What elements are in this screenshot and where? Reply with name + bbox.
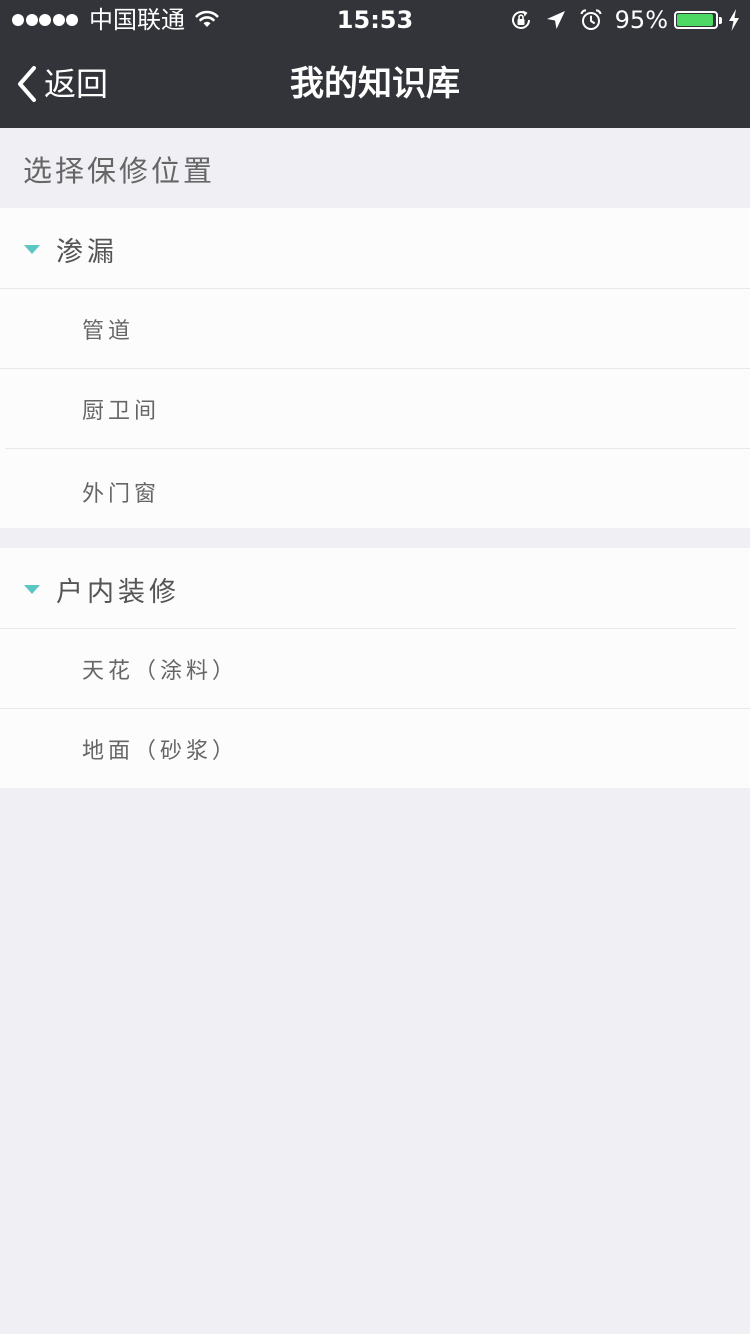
list-item-label: 天花（涂料）: [82, 659, 239, 684]
caret-down-icon: [24, 585, 40, 594]
battery-percent: 95%: [614, 6, 668, 34]
section-heading: 选择保修位置: [0, 128, 750, 208]
category-group-interior: 户内装修 天花（涂料） 地面（砂浆）: [0, 548, 750, 788]
category-header-interior[interactable]: 户内装修: [0, 548, 750, 628]
divider: [0, 288, 750, 289]
divider: [5, 448, 750, 449]
battery-level-fill: [677, 14, 714, 26]
list-item[interactable]: 天花（涂料）: [0, 628, 750, 708]
list-item-label: 厨卫间: [82, 399, 161, 424]
category-group-leakage: 渗漏 管道 厨卫间 外门窗: [0, 208, 750, 528]
list-item[interactable]: 厨卫间: [0, 368, 750, 448]
category-title: 渗漏: [56, 237, 118, 268]
list-item[interactable]: 管道: [0, 288, 750, 368]
category-header-leakage[interactable]: 渗漏: [0, 208, 750, 288]
caret-down-icon: [24, 245, 40, 254]
section-heading-text: 选择保修位置: [23, 154, 216, 188]
page-title: 我的知识库: [290, 64, 460, 104]
list-item[interactable]: 地面（砂浆）: [0, 708, 750, 788]
list-item-label: 地面（砂浆）: [82, 739, 239, 764]
alarm-icon: [580, 9, 602, 30]
divider: [0, 368, 750, 369]
rotation-lock-icon: [511, 10, 530, 29]
battery-icon: [674, 11, 722, 29]
charging-bolt-icon: [729, 9, 739, 31]
status-bar: 中国联通 15:53 95%: [0, 0, 750, 40]
list-item[interactable]: 外门窗: [0, 448, 750, 528]
category-title: 户内装修: [56, 577, 180, 608]
navigation-bar: 返回 我的知识库: [0, 40, 750, 128]
divider: [0, 708, 750, 709]
list-item-label: 外门窗: [82, 482, 161, 507]
location-arrow-icon: [546, 11, 565, 29]
list-item-label: 管道: [82, 319, 135, 344]
divider: [0, 628, 736, 629]
